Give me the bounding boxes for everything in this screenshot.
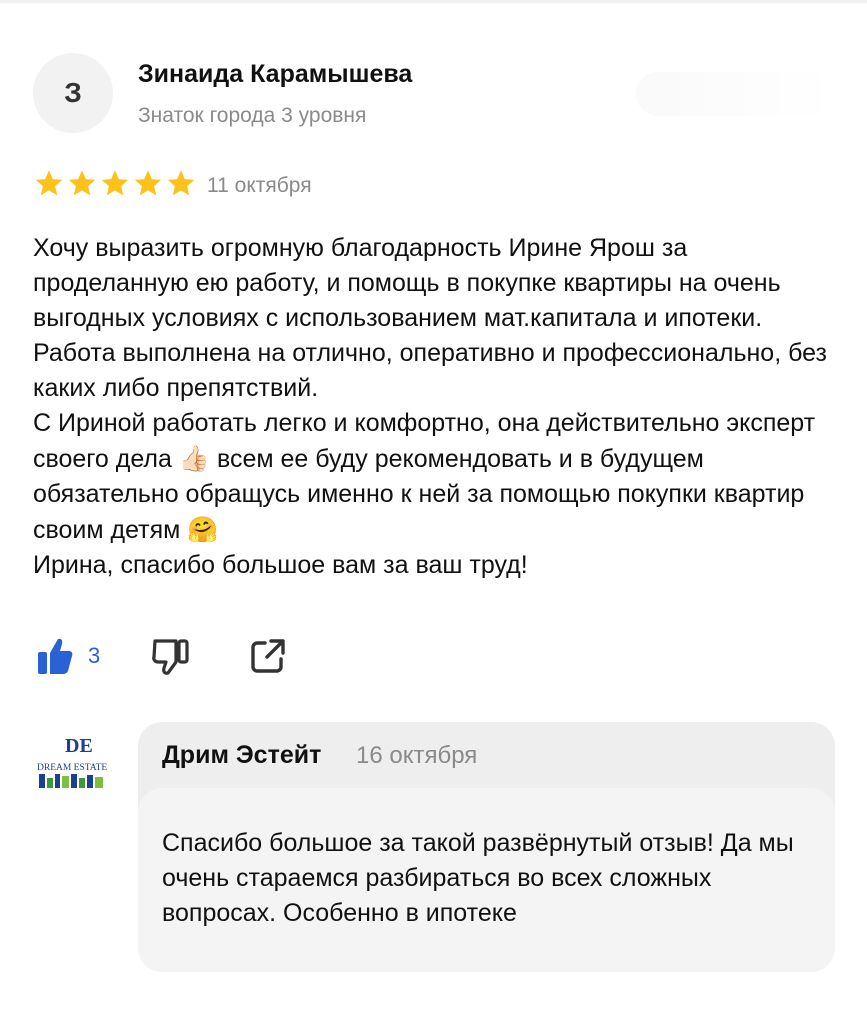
author-name[interactable]: Зинаида Карамышева — [138, 60, 412, 89]
author-level: Знаток города 3 уровня — [138, 104, 367, 127]
thumbs-up-icon — [38, 638, 73, 674]
star-icon — [134, 170, 162, 196]
dream-estate-logo[interactable]: DE DREAM ESTATE — [33, 730, 113, 800]
review-card: З Зинаида Карамышева Знаток города 3 уро… — [0, 0, 867, 1024]
logo-text: DREAM ESTATE — [37, 763, 107, 773]
review-text: Хочу выразить огромную благодарность Ири… — [33, 231, 833, 583]
share-icon — [251, 639, 285, 673]
reply-text: Спасибо большое за такой развёрнутый отз… — [162, 829, 794, 927]
reply-date: 16 октября — [356, 742, 478, 769]
author-avatar[interactable]: З — [33, 53, 113, 133]
thumbs-up-emoji: 👍🏻 — [178, 444, 210, 473]
reply-author[interactable]: Дрим Эстейт — [162, 741, 321, 770]
share-button[interactable] — [248, 636, 288, 676]
review-paragraph-3: Ирина, спасибо большое вам за ваш труд! — [33, 551, 528, 579]
review-paragraph-1: Хочу выразить огромную благодарность Ири… — [33, 234, 827, 402]
star-icon — [101, 170, 129, 196]
logo-mark: DE — [65, 735, 93, 757]
owner-reply: Дрим Эстейт 16 октября Спасибо большое з… — [138, 722, 835, 972]
reply-body: Спасибо большое за такой развёрнутый отз… — [138, 788, 835, 972]
like-button[interactable]: 3 — [36, 636, 100, 676]
thumbs-down-icon — [152, 639, 189, 675]
star-rating — [33, 168, 197, 200]
like-count: 3 — [88, 643, 101, 668]
review-paragraph-2: С Ириной работать легко и комфортно, она… — [33, 406, 833, 548]
star-icon — [68, 170, 96, 196]
star-icon — [35, 170, 63, 196]
dislike-button[interactable] — [150, 636, 190, 676]
star-icon — [167, 170, 195, 196]
subscribe-chip-faded — [636, 72, 836, 116]
hug-emoji: 🤗 — [187, 515, 219, 544]
review-date: 11 октября — [207, 174, 312, 197]
